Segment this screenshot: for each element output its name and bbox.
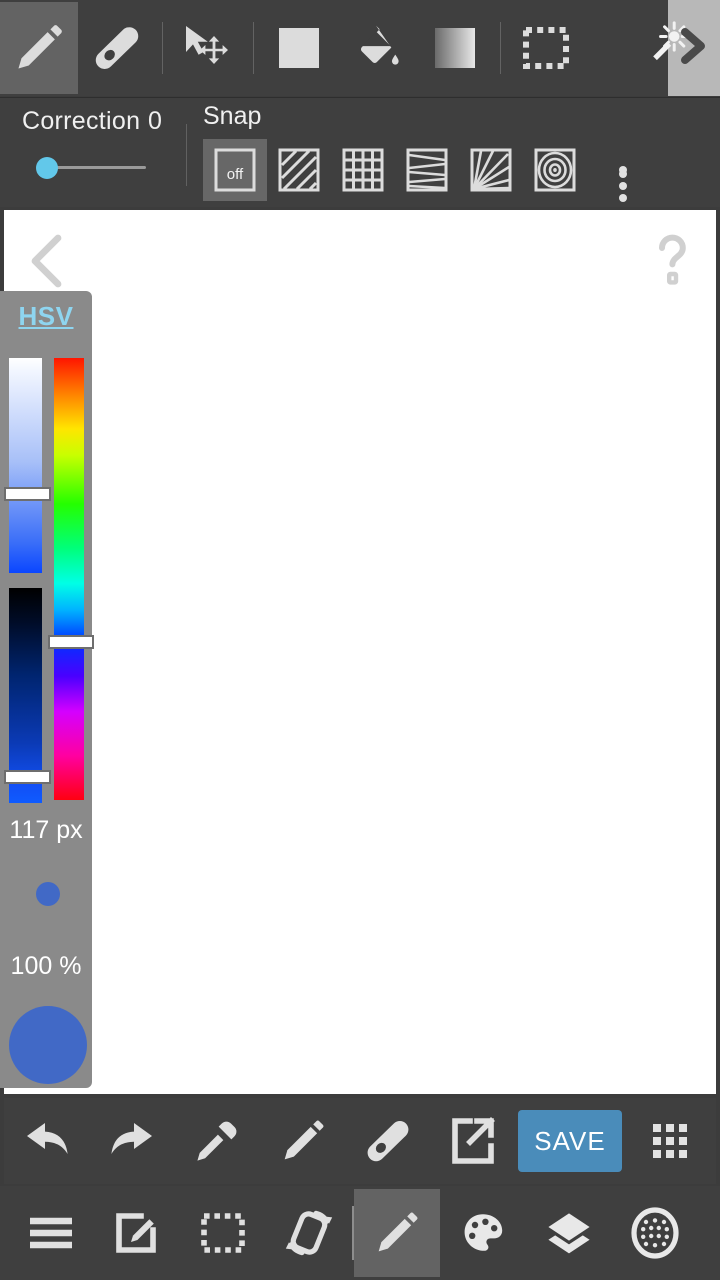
shape-tool[interactable] <box>260 0 338 96</box>
correction-value: 0 <box>148 107 162 135</box>
hue-slider-handle[interactable] <box>48 635 94 649</box>
redo-arrow-icon <box>106 1115 158 1167</box>
snap-overflow-menu[interactable] <box>595 139 651 202</box>
eyedropper-button[interactable] <box>175 1098 260 1184</box>
help-button[interactable] <box>646 228 698 290</box>
chevron-right-icon <box>679 28 707 64</box>
snap-off-label: off <box>227 166 244 183</box>
nav-menu[interactable] <box>8 1186 94 1280</box>
undo-arrow-icon <box>21 1115 73 1167</box>
pencil-icon <box>278 1116 328 1166</box>
options-divider <box>186 124 187 186</box>
top-toolbar <box>0 0 720 96</box>
color-picker-panel: HSV 117 px 100 % <box>0 291 94 1088</box>
hamburger-menu-icon <box>28 1216 74 1250</box>
snap-options: off <box>203 139 651 202</box>
bottom-navigation <box>0 1186 720 1280</box>
correction-group: Correction 0 <box>0 98 180 208</box>
paint-bucket-icon <box>350 21 404 75</box>
palette-icon <box>459 1209 507 1257</box>
brush-size-preview[interactable] <box>36 882 60 906</box>
cursor-move-icon <box>180 22 236 74</box>
export-button[interactable] <box>431 1098 516 1184</box>
gradient-tool[interactable] <box>416 0 494 96</box>
saturation-slider[interactable] <box>9 358 42 573</box>
compose-edit-icon <box>115 1210 159 1256</box>
redo-button[interactable] <box>89 1098 174 1184</box>
pencil-tool[interactable] <box>0 2 78 94</box>
nav-select[interactable] <box>180 1186 266 1280</box>
save-button-label: SAVE <box>534 1125 606 1156</box>
magic-wand-more[interactable] <box>653 0 720 96</box>
options-toolbar: Correction 0 Snap off <box>0 97 720 207</box>
action-toolbar: SAVE <box>4 1098 716 1184</box>
pencil-button[interactable] <box>260 1098 345 1184</box>
value-slider-handle[interactable] <box>4 770 51 784</box>
eraser-icon <box>363 1116 413 1166</box>
drawing-app-root: Correction 0 Snap off HSV 117 px 100 % S… <box>0 0 720 1280</box>
toolbar-divider-2 <box>253 22 254 74</box>
external-link-icon <box>450 1116 496 1166</box>
snap-grid[interactable] <box>331 139 395 201</box>
back-chevron[interactable] <box>22 232 74 290</box>
three-dots-vertical-icon <box>619 166 627 202</box>
correction-slider-thumb[interactable] <box>36 157 58 179</box>
nav-layers[interactable] <box>526 1186 612 1280</box>
grid-dots-icon <box>652 1124 687 1158</box>
move-tool[interactable] <box>169 0 247 96</box>
eyedropper-icon <box>192 1116 242 1166</box>
eraser-button[interactable] <box>345 1098 430 1184</box>
saturation-slider-handle[interactable] <box>4 487 51 501</box>
dashed-rectangle-icon <box>200 1210 246 1256</box>
nav-texture[interactable] <box>612 1186 698 1280</box>
snap-concentric[interactable] <box>523 139 587 201</box>
select-tool[interactable] <box>507 0 585 96</box>
hsv-mode-label[interactable]: HSV <box>0 301 92 332</box>
brush-size-label: 117 px <box>9 816 83 844</box>
opacity-label: 100 % <box>10 952 82 980</box>
gradient-square-icon <box>433 24 477 72</box>
dashed-rectangle-icon <box>522 24 570 72</box>
undo-button[interactable] <box>4 1098 89 1184</box>
eraser-icon <box>91 22 143 74</box>
drawing-canvas[interactable] <box>4 210 716 1094</box>
pencil-icon <box>11 20 67 76</box>
correction-label: Correction <box>22 107 141 135</box>
dotted-oval-brush-icon <box>630 1206 680 1260</box>
nav-palette[interactable] <box>440 1186 526 1280</box>
snap-label: Snap <box>203 102 262 130</box>
toolbar-divider-3 <box>500 22 501 74</box>
eraser-tool[interactable] <box>78 0 156 96</box>
filled-square-icon <box>277 24 321 72</box>
fill-tool[interactable] <box>338 0 416 96</box>
snap-radial[interactable] <box>459 139 523 201</box>
nav-rotate[interactable] <box>266 1186 352 1280</box>
snap-parallel[interactable] <box>267 139 331 201</box>
toolbar-divider-1 <box>162 22 163 74</box>
hue-slider[interactable] <box>54 358 84 800</box>
snap-off[interactable]: off <box>203 139 267 201</box>
snap-converge[interactable] <box>395 139 459 201</box>
pencil-icon <box>372 1208 422 1258</box>
rotate-device-icon <box>285 1207 333 1259</box>
nav-draw[interactable] <box>354 1189 440 1277</box>
apps-grid-button[interactable] <box>624 1098 716 1184</box>
layers-icon <box>544 1209 594 1257</box>
saturation-value-column <box>4 358 51 803</box>
save-button[interactable]: SAVE <box>517 1110 622 1172</box>
nav-edit[interactable] <box>94 1186 180 1280</box>
opacity-preview[interactable] <box>9 1006 87 1084</box>
